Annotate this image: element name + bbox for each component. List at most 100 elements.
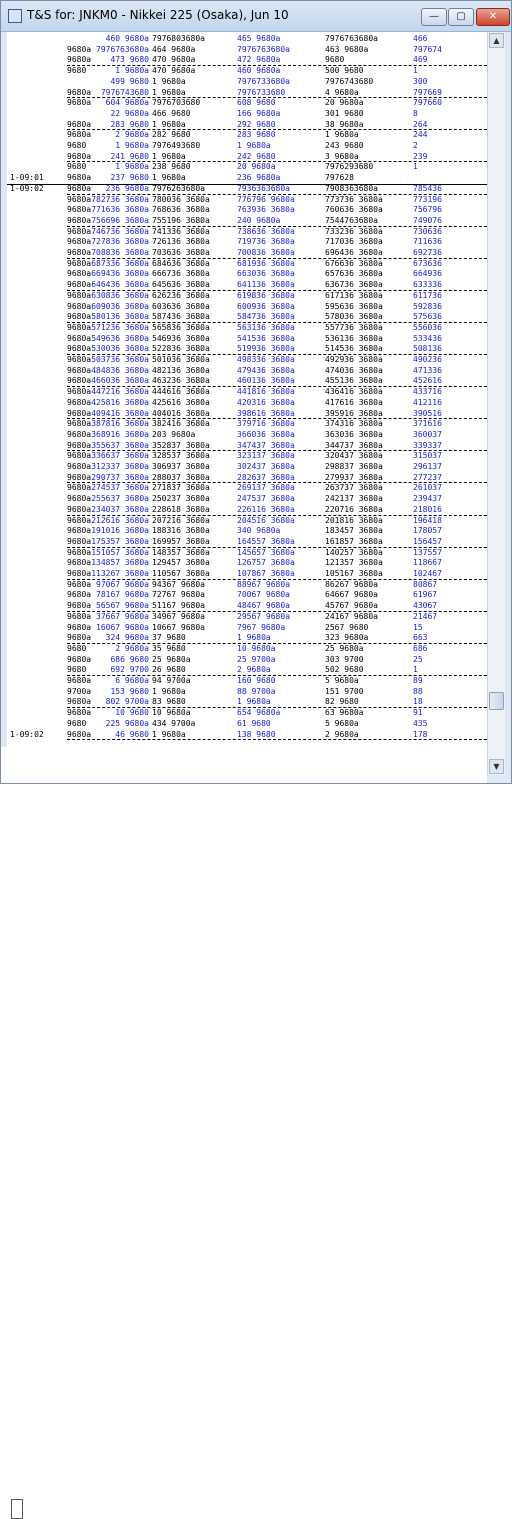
trade-cell: 9680a [67,205,92,215]
trade-cell: 1 9680a [152,729,186,739]
close-button[interactable]: ✕ [476,8,510,26]
trade-row: 9680 225 9680a 434 9700a 61 9680 5 9680a 435 [7,719,487,729]
trade-cell: 207216 3680a [152,515,210,525]
trade-row: 9680a 6 9680a 94 9700a 160 9680 5 9680a 89 [7,676,487,686]
trade-cell: 441816 3680a [237,387,295,397]
trade-cell: 773196 [413,194,442,204]
trade-row: 9680a 336637 3680a 328537 3680a 323137 3680… [7,451,487,461]
trade-cell: 2 9680a [115,643,149,653]
trade-cell: 663036 3680a [237,269,295,279]
trade-cell: 502 9680 [325,665,364,675]
trade-cell: 2 9680a [115,130,149,140]
trade-cell: 435 [413,718,428,728]
trade-cell: 773736 3680a [325,194,383,204]
trade-cell: 134857 3680a [91,558,149,568]
trade-cell: 719736 3680a [237,237,295,247]
trade-cell: 9680a [67,515,92,525]
trade-cell: 261037 [413,483,442,493]
trade-cell: 7908363680a [325,183,378,193]
time-and-sales-list[interactable]: 460 9680a 7976803680a 465 9680a 7976763680a… [7,32,487,747]
input-strip [1,747,487,1519]
scroll-down-arrow-icon[interactable]: ▼ [489,759,504,774]
trade-row: 9680a 782736 3680a 780036 3680a 776796 9680… [7,195,487,205]
vertical-scrollbar[interactable]: ▲ ▼ [487,32,505,775]
trade-cell: 686 [413,643,428,653]
trade-cell: 546936 3680a [152,333,210,343]
trade-cell: 600936 3680a [237,301,295,311]
trade-cell: 203 9680a [152,429,196,439]
trade-cell: 1 9680a [152,119,186,129]
trade-cell: 692736 [413,248,442,257]
trade-cell: 43067 [413,601,438,611]
trade-cell: 7976293680 [325,162,374,172]
trade-cell: 175357 3680a [91,536,149,546]
trade-row: 9680a 687336 3680a 684636 3680a 681936 3680… [7,259,487,269]
trade-cell: 6 9680a [115,676,149,685]
trade-cell: 25 9680a [152,654,191,664]
trade-row: 9680a 97067 9680a 94367 9680a 88967 9680a 86… [7,580,487,590]
trade-cell: 236 9680a [237,173,281,183]
trade-cell: 9680a [67,344,92,354]
trade-cell: 9680a [67,440,92,450]
trade-cell: 684636 3680a [152,258,210,268]
trade-cell: 9680 [67,162,87,172]
trade-cell: 78167 9680a [96,590,149,600]
maximize-button[interactable]: ▢ [448,8,474,26]
trade-cell: 292 9680 [237,119,276,129]
trade-cell: 242 9680 [237,151,276,161]
trade-cell: 664936 [413,269,442,279]
trade-row: 1-09:02 9680a 236 9680a 7976263680a 79363636… [7,184,487,194]
trade-cell: 9680a [67,558,92,568]
trade-cell: 61967 [413,590,438,600]
trade-cell: 802 9700a [105,697,149,707]
minimize-button[interactable]: — [421,8,447,26]
trade-cell: 464 9680a [152,44,196,54]
trade-row: 9680a 409416 3680a 404016 3680a 398616 3680… [7,409,487,419]
trade-cell: 530036 3680a [91,344,149,354]
trade-cell: 463 9680a [325,44,369,54]
trade-cell: 379716 3680a [237,419,295,429]
trade-cell: 7976733680a [237,76,290,86]
trade-cell: 274537 3680a [91,483,149,493]
app-icon [8,9,22,23]
trade-cell: 9680a [67,462,92,471]
trade-cell: 465 9680a [237,34,281,43]
trade-row: 9680a 473 9680 470 9680a 472 9680a 9680 469 [7,55,487,65]
trade-cell: 9680a [67,98,92,108]
trade-cell: 746736 3680a [91,226,149,236]
trade-row: 9680a 324 9680a 37 9680 1 9680a 323 9680a 663 [7,633,487,643]
scroll-thumb[interactable] [489,692,504,711]
trade-cell: 641136 3680a [237,280,295,290]
trade-cell: 228618 3680a [152,504,210,514]
trade-cell: 420316 3680a [237,397,295,407]
trade-row: 9680a 447216 3680a 444616 3680a 441816 3680… [7,387,487,397]
trade-cell: 315037 [413,451,442,461]
trade-cell: 220716 3680a [325,504,383,514]
trade-cell: 70067 9680a [237,590,290,600]
trade-cell: 1 9680a [115,141,149,150]
title-bar[interactable]: T&S for: JNKM0 - Nikkei 225 (Osaka), Jun… [1,1,511,32]
trade-cell: 768636 3680a [152,205,210,215]
trade-row: 9680a 234037 3680a 228618 3680a 226116 3680… [7,505,487,515]
trade-cell: 473 9680 [110,55,149,65]
trade-row: 9680a 10 9680 10 9680a 654 9680a 63 9680a 91 [7,708,487,718]
trade-cell: 26 9680 [152,665,186,675]
trade-cell: 780036 3680a [152,194,210,204]
trade-cell: 499 9680 [110,76,149,86]
trade-cell: 9680a [67,504,92,514]
trade-cell: 549636 3680a [91,333,149,343]
trade-cell: 188316 3680a [152,526,210,536]
trade-cell: 9680a [67,708,92,718]
trade-cell: 344737 3680a [325,440,383,450]
trade-cell: 164557 3680a [237,536,295,546]
trade-cell: 669436 3680a [91,269,149,279]
trade-row: 9680a 727836 3680a 726136 3680a 719736 3680… [7,237,487,247]
trade-cell: 9680a [67,472,92,482]
command-input[interactable] [11,1499,23,1519]
trade-row: 9680a 708836 3680a 703636 3680a 700836 3680… [7,248,487,258]
trade-cell: 584736 3680a [237,312,295,322]
trade-cell: 25 9700a [237,654,276,664]
trade-cell: 785436 [413,183,442,193]
scroll-up-arrow-icon[interactable]: ▲ [489,33,504,48]
trade-row: 9680 1 9680a 470 9680a 460 9680a 500 9680 1 [7,66,487,76]
